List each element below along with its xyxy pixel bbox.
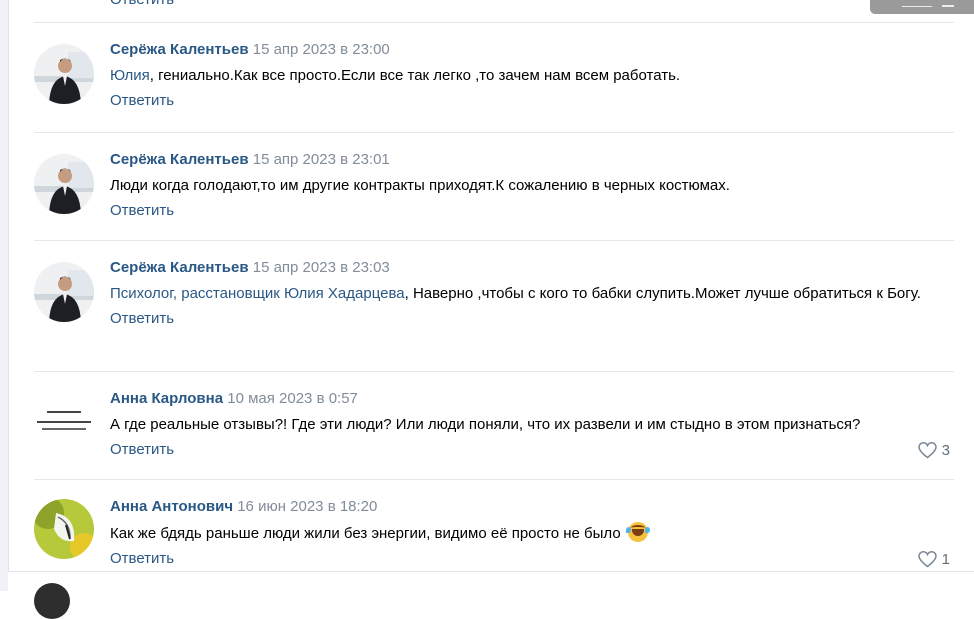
avatar[interactable] <box>34 154 94 214</box>
like-button[interactable]: 1 <box>917 551 950 568</box>
comment-text: Юлия, гениально.Как все просто.Если все … <box>110 65 954 86</box>
current-user-avatar <box>34 583 70 619</box>
reply-button[interactable]: Ответить <box>110 309 954 329</box>
author-name[interactable]: Серёжа Калентьев <box>110 151 249 168</box>
heart-icon <box>917 551 937 568</box>
author-name[interactable]: Анна Антонович <box>110 498 233 515</box>
author-name[interactable]: Анна Карловна <box>110 390 223 407</box>
author-name[interactable]: Серёжа Калентьев <box>110 41 249 58</box>
comment: Серёжа Калентьев 15 апр 2023 в 23:01 Люд… <box>34 133 954 241</box>
comment-date[interactable]: 15 апр 2023 в 23:03 <box>253 259 390 276</box>
comment-date[interactable]: 16 июн 2023 в 18:20 <box>237 498 377 515</box>
mention-link[interactable]: Юлия <box>110 67 150 84</box>
comment-body: , гениально.Как все просто.Если все так … <box>149 67 681 84</box>
comment-date[interactable]: 15 апр 2023 в 23:00 <box>253 41 390 58</box>
reply-button[interactable]: Ответить <box>110 91 954 111</box>
comment-body: , Наверно ,чтобы с кого то бабки слупить… <box>404 285 921 302</box>
left-rail <box>0 0 9 591</box>
comment-text: А где реальные отзывы?! Где эти люди? Ил… <box>110 416 861 433</box>
reply-button[interactable]: Ответить <box>110 549 954 569</box>
mention-link[interactable]: Психолог, расстановщик Юлия Хадарцева <box>110 285 405 302</box>
avatar[interactable] <box>34 262 94 322</box>
avatar[interactable] <box>34 499 94 559</box>
rolling-laughing-emoji-icon <box>625 522 650 542</box>
author-name[interactable]: Серёжа Калентьев <box>110 259 249 276</box>
comment-body: Как же бдядь раньше люди жили без энерги… <box>110 525 621 542</box>
comment-date[interactable]: 15 апр 2023 в 23:01 <box>253 151 390 168</box>
comment: Анна Карловна 10 мая 2023 в 0:57 А где р… <box>34 372 954 480</box>
comment-input-bar[interactable] <box>8 571 974 592</box>
corner-widget[interactable] <box>870 0 974 14</box>
comment-text: Психолог, расстановщик Юлия Хадарцева, Н… <box>110 283 950 304</box>
comment: Серёжа Калентьев 15 апр 2023 в 23:03 Пси… <box>34 241 954 372</box>
heart-icon <box>917 442 937 459</box>
comment-date[interactable]: 10 мая 2023 в 0:57 <box>227 390 358 407</box>
comment-text: Как же бдядь раньше люди жили без энерги… <box>110 522 954 544</box>
like-count: 3 <box>941 442 950 459</box>
reply-button-previous[interactable]: Ответить <box>110 0 174 8</box>
comment-text: Люди когда голодают,то им другие контрак… <box>110 177 730 194</box>
like-button[interactable]: 3 <box>917 442 950 459</box>
reply-button[interactable]: Ответить <box>110 201 954 221</box>
avatar[interactable] <box>34 44 94 104</box>
comment: Серёжа Калентьев 15 апр 2023 в 23:00 Юли… <box>34 23 954 133</box>
like-count: 1 <box>941 551 950 568</box>
reply-button[interactable]: Ответить <box>110 440 954 460</box>
comment: Анна Антонович 16 июн 2023 в 18:20 Как ж… <box>34 480 954 571</box>
avatar[interactable] <box>34 392 94 452</box>
